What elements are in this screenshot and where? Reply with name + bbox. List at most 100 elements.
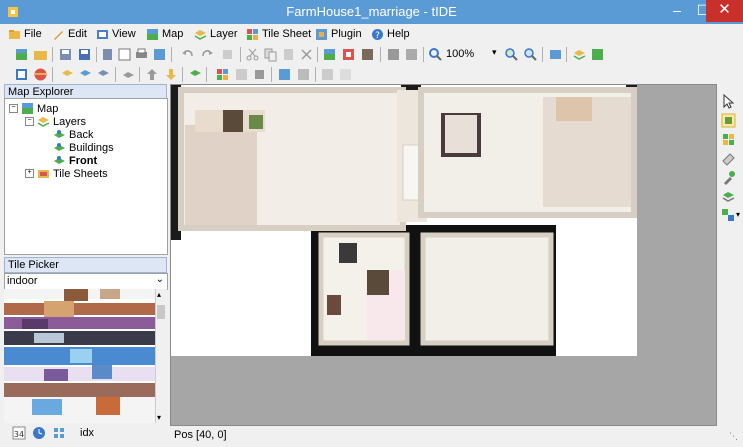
- auto-tile-icon[interactable]: [296, 67, 311, 82]
- tree-node-layer-back[interactable]: Back: [53, 128, 93, 141]
- undo-icon[interactable]: [180, 47, 195, 62]
- collapse-icon[interactable]: −: [25, 117, 34, 126]
- chevron-down-icon: ▾: [492, 47, 497, 57]
- toolbar-separator: [380, 47, 381, 62]
- tile-brush-tool-icon[interactable]: [721, 208, 736, 223]
- copy-icon[interactable]: [263, 47, 278, 62]
- tile-grid[interactable]: [4, 289, 155, 423]
- properties-icon[interactable]: [100, 47, 115, 62]
- remove-tilesheet-icon[interactable]: [252, 67, 267, 82]
- menu-file[interactable]: File: [8, 26, 42, 42]
- title-bar: FarmHouse1_marriage - tIDE – ☐ ✕: [0, 0, 743, 24]
- tile-brush-icon[interactable]: [386, 47, 401, 62]
- tile-stamp-tool-icon[interactable]: [721, 132, 736, 147]
- menu-map[interactable]: Map: [146, 26, 183, 42]
- layer-settings-icon[interactable]: [590, 47, 605, 62]
- toolbar-separator: [315, 67, 316, 82]
- collapse-icon[interactable]: −: [9, 104, 18, 113]
- expand-icon[interactable]: +: [25, 169, 34, 178]
- menu-edit[interactable]: Edit: [52, 26, 87, 42]
- tool-strip: ▾: [717, 92, 741, 232]
- save-icon[interactable]: [58, 47, 73, 62]
- layer-properties-icon[interactable]: [78, 67, 93, 82]
- map-render: [171, 85, 637, 356]
- minimize-button[interactable]: –: [664, 0, 690, 22]
- tree-node-layers[interactable]: − Layers: [25, 115, 86, 128]
- toolbar-separator: [171, 47, 172, 62]
- tilesheet-icon: [247, 28, 258, 40]
- preview-icon[interactable]: [117, 47, 132, 62]
- eraser-tool-icon[interactable]: [721, 151, 736, 166]
- layer-icon: [194, 29, 207, 40]
- tile-properties-icon[interactable]: [338, 67, 353, 82]
- menu-view[interactable]: View: [96, 26, 136, 42]
- fit-window-icon[interactable]: [548, 47, 563, 62]
- pointer-tool-icon[interactable]: [721, 94, 736, 109]
- zoom-out-icon[interactable]: [523, 47, 538, 62]
- tile-animation-icon[interactable]: [320, 67, 335, 82]
- move-layer-up-icon[interactable]: [145, 67, 160, 82]
- tree-node-layer-buildings[interactable]: Buildings: [53, 141, 114, 154]
- zoom-in-icon[interactable]: [504, 47, 519, 62]
- scroll-up-icon[interactable]: ▴: [157, 290, 161, 299]
- console-icon[interactable]: [14, 67, 29, 82]
- menu-layer[interactable]: Layer: [194, 26, 238, 42]
- select-tool-icon[interactable]: [721, 113, 736, 128]
- map-canvas[interactable]: [170, 84, 717, 426]
- layer-stack-icon[interactable]: [404, 47, 419, 62]
- save-as-icon[interactable]: [77, 47, 92, 62]
- menu-tilesheet[interactable]: Tile Sheet: [246, 26, 311, 42]
- clock-icon[interactable]: [32, 426, 46, 440]
- tilesheet-properties-icon[interactable]: [234, 67, 249, 82]
- map-resize-icon[interactable]: [341, 47, 356, 62]
- menu-plugin-label: Plugin: [331, 28, 362, 40]
- delete-icon[interactable]: [299, 47, 314, 62]
- zoom-select[interactable]: 100% ▾: [444, 47, 497, 62]
- toolbar-separator: [206, 67, 207, 82]
- tree-node-map[interactable]: − Map: [9, 102, 58, 115]
- tilesheet-select[interactable]: indoor ⌄: [4, 273, 168, 290]
- map-grid-icon[interactable]: [360, 47, 375, 62]
- toolbar-separator: [139, 67, 140, 82]
- add-tilesheet-icon[interactable]: [215, 67, 230, 82]
- print-icon[interactable]: [134, 47, 149, 62]
- open-icon[interactable]: [33, 47, 48, 62]
- menu-help[interactable]: ? Help: [371, 26, 410, 42]
- menu-layer-label: Layer: [210, 28, 238, 40]
- fill-tool-icon[interactable]: [721, 189, 736, 204]
- map-properties-icon[interactable]: [322, 47, 337, 62]
- new-map-icon[interactable]: [14, 47, 29, 62]
- toolbar-separator: [271, 67, 272, 82]
- close-button[interactable]: ✕: [706, 0, 743, 22]
- delete-layer-icon[interactable]: [96, 67, 111, 82]
- redo-icon[interactable]: [200, 47, 215, 62]
- eyedropper-tool-icon[interactable]: [721, 170, 736, 185]
- tool-dropdown-icon[interactable]: ▾: [736, 210, 740, 219]
- scroll-thumb[interactable]: [157, 305, 165, 319]
- menu-plugin[interactable]: Plugin: [315, 26, 362, 42]
- record-icon[interactable]: [33, 67, 48, 82]
- paste-icon[interactable]: [281, 47, 296, 62]
- layer-up-icon[interactable]: [121, 67, 136, 82]
- scroll-down-icon[interactable]: ▾: [157, 413, 161, 422]
- layers-icon[interactable]: [188, 67, 203, 82]
- export-icon[interactable]: [152, 47, 167, 62]
- history-icon[interactable]: [220, 47, 235, 62]
- tile-picker-scrollbar[interactable]: ▴ ▾: [155, 289, 167, 423]
- tilesheet-paths-icon[interactable]: [277, 67, 292, 82]
- plugin-icon: [316, 28, 327, 40]
- map-view[interactable]: [171, 85, 637, 356]
- layer-visibility-icon[interactable]: [572, 47, 587, 62]
- sort-numeric-icon[interactable]: 34: [12, 426, 26, 440]
- add-layer-icon[interactable]: [60, 67, 75, 82]
- tree-node-tilesheets[interactable]: + Tile Sheets: [25, 167, 108, 180]
- tree-node-layer-front[interactable]: Front: [53, 154, 97, 167]
- cut-icon[interactable]: [245, 47, 260, 62]
- tile-grid-image: [4, 289, 155, 423]
- layer-icon: [37, 117, 50, 127]
- move-layer-down-icon[interactable]: [164, 67, 179, 82]
- resize-grip-icon[interactable]: ⋱: [729, 431, 738, 442]
- grid-view-icon[interactable]: [52, 426, 66, 440]
- tree-label-buildings: Buildings: [69, 141, 114, 154]
- tile-picker-footer: 34 idx: [4, 424, 166, 442]
